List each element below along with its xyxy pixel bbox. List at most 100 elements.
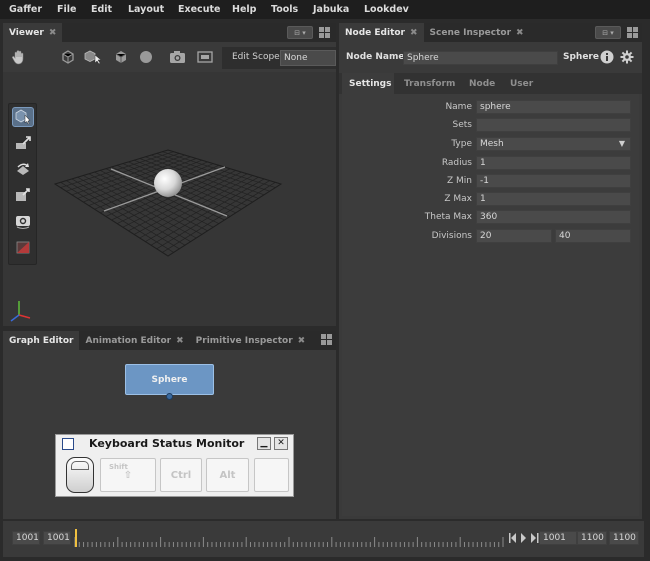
field-label-zmin: Z Min (447, 176, 472, 186)
select-tool-icon (15, 109, 31, 125)
node-name-input[interactable]: Sphere (403, 51, 558, 65)
field-label-radius: Radius (441, 158, 472, 168)
viewport-grid (10, 149, 283, 322)
field-label-theta-max: Theta Max (424, 212, 472, 222)
shift-key-label: Shift (109, 463, 128, 471)
window-checkbox-icon[interactable] (62, 438, 74, 450)
chevron-down-icon: ▼ (618, 139, 625, 148)
minimize-icon[interactable]: ▁ (257, 437, 271, 450)
menubar: Gaffer File Edit Layout Execute Help Too… (0, 0, 650, 19)
menu-help[interactable]: Help (232, 4, 256, 15)
hand-icon[interactable] (10, 48, 28, 66)
close-icon[interactable]: ✕ (274, 437, 288, 450)
tab-graph-editor[interactable]: Graph Editor (3, 331, 80, 350)
close-icon[interactable]: ✖ (298, 336, 306, 346)
menu-edit[interactable]: Edit (91, 4, 112, 15)
alt-key: Alt (206, 458, 249, 492)
graph-editor-tabbar: Graph Editor Animation Editor ✖ Primitiv… (3, 331, 336, 350)
gear-icon[interactable] (620, 50, 634, 64)
grid-display-icon[interactable] (197, 50, 213, 64)
crop-window-icon (16, 241, 30, 254)
name-input[interactable]: sphere (476, 100, 631, 114)
select-objects-icon[interactable] (84, 50, 102, 64)
edit-scope-dropdown[interactable]: None (280, 50, 336, 66)
tab-animation-editor-label: Animation Editor (85, 335, 172, 346)
viewer-tool-palette (8, 103, 37, 265)
viewer-panel: Viewer ✖ ⊟ ▾ Edit Scope None (3, 23, 336, 326)
radius-input[interactable]: 1 (476, 156, 631, 170)
tab-settings[interactable]: Settings (342, 73, 394, 94)
menu-file[interactable]: File (57, 4, 76, 15)
close-icon[interactable]: ✖ (176, 336, 184, 346)
crop-tool-button[interactable] (12, 237, 34, 257)
skip-start-icon (509, 533, 511, 543)
extra-key (254, 458, 289, 492)
shift-key: Shift ⇧ (100, 458, 156, 492)
tab-user[interactable]: User (510, 79, 533, 89)
tab-node[interactable]: Node (469, 79, 495, 89)
cube-icon[interactable] (114, 50, 128, 64)
node-output-plug[interactable] (166, 393, 173, 400)
scale-tool-button[interactable] (12, 185, 34, 205)
tab-primitive-inspector[interactable]: Primitive Inspector ✖ (189, 331, 312, 350)
theta-max-input[interactable]: 360 (476, 210, 631, 224)
end-frame-input[interactable]: 1100 (609, 531, 639, 545)
field-label-sets: Sets (452, 120, 472, 130)
sets-input[interactable] (476, 118, 631, 132)
type-dropdown[interactable]: Mesh ▼ (476, 137, 631, 151)
tab-animation-editor[interactable]: Animation Editor ✖ (79, 331, 190, 350)
frame-slider[interactable] (73, 529, 505, 547)
tab-graph-editor-label: Graph Editor (9, 335, 74, 346)
layout-menu-button[interactable]: ⊟ ▾ (287, 26, 313, 39)
inspect-object-icon[interactable] (61, 50, 75, 64)
viewport[interactable] (3, 72, 336, 326)
shift-arrow-icon: ⇧ (123, 469, 133, 481)
play-end-input[interactable]: 1100 (577, 531, 607, 545)
graph-node-sphere[interactable]: Sphere (125, 364, 214, 395)
close-icon[interactable]: ✖ (49, 28, 57, 38)
grid-layout-icon[interactable] (627, 27, 638, 38)
play-start-input[interactable]: 1001 (539, 531, 577, 545)
keyboard-status-monitor: Keyboard Status Monitor ▁ ✕ Shift ⇧ Ctrl… (55, 434, 294, 497)
close-icon[interactable]: ✖ (516, 28, 524, 38)
zmax-input[interactable]: 1 (476, 192, 631, 206)
menu-layout[interactable]: Layout (128, 4, 164, 15)
info-icon[interactable] (600, 50, 614, 64)
node-editor-panel: Node Editor ✖ Scene Inspector ✖ ⊟ ▾ Node… (339, 23, 642, 519)
tab-scene-inspector[interactable]: Scene Inspector ✖ (423, 23, 530, 42)
tab-node-editor[interactable]: Node Editor ✖ (339, 23, 424, 42)
tab-viewer[interactable]: Viewer ✖ (3, 23, 63, 42)
menu-tools[interactable]: Tools (271, 4, 298, 15)
menu-lookdev[interactable]: Lookdev (364, 4, 409, 15)
grid-layout-icon[interactable] (319, 27, 330, 38)
camera-tool-button[interactable] (12, 211, 34, 231)
keyboard-monitor-titlebar[interactable]: Keyboard Status Monitor ▁ ✕ (56, 435, 293, 453)
camera-tool-icon (16, 216, 30, 229)
tab-primitive-inspector-label: Primitive Inspector (195, 335, 293, 346)
menu-gaffer[interactable]: Gaffer (9, 4, 42, 15)
tab-scene-inspector-label: Scene Inspector (429, 27, 512, 38)
tab-viewer-label: Viewer (9, 27, 44, 38)
divisions-y-input[interactable]: 40 (555, 229, 631, 243)
zmin-input[interactable]: -1 (476, 174, 631, 188)
scale-tool-icon (16, 188, 30, 201)
layout-menu-button[interactable]: ⊟ ▾ (595, 26, 621, 39)
current-frame-input[interactable]: 1001 (43, 531, 71, 545)
grid-layout-icon[interactable] (321, 334, 332, 345)
translate-tool-button[interactable] (12, 133, 34, 153)
playback-controls (509, 533, 539, 543)
rotate-tool-button[interactable] (12, 159, 34, 179)
selection-tool-button[interactable] (12, 107, 34, 127)
tab-transform[interactable]: Transform (404, 79, 455, 89)
menu-jabuka[interactable]: Jabuka (313, 4, 349, 15)
field-label-zmax: Z Max (444, 194, 472, 204)
start-frame-input[interactable]: 1001 (12, 531, 40, 545)
close-icon[interactable]: ✖ (410, 28, 418, 38)
divisions-x-input[interactable]: 20 (476, 229, 552, 243)
sphere-shading-icon[interactable] (139, 50, 153, 64)
camera-icon[interactable] (169, 50, 186, 64)
node-type-label: Sphere (563, 52, 599, 62)
ctrl-key: Ctrl (160, 458, 202, 492)
menu-execute[interactable]: Execute (178, 4, 220, 15)
timeline: 1001 1001 1001 1100 1100 (3, 521, 644, 557)
